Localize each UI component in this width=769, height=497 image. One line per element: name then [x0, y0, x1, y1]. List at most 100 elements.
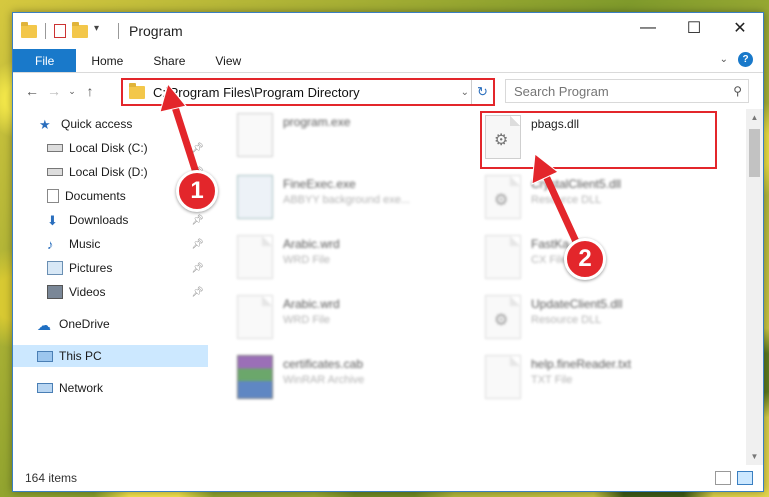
sidebar-item-label: Music [69, 237, 101, 251]
tab-home[interactable]: Home [76, 49, 138, 72]
file-item[interactable]: Arabic.wrd WRD File [237, 235, 340, 279]
minimize-button[interactable]: — [625, 13, 671, 43]
sidebar-item-label: Quick access [61, 117, 133, 131]
close-button[interactable]: ✕ [717, 13, 763, 43]
quick-access-toolbar: ▾ [21, 21, 121, 39]
sidebar-item-label: Pictures [69, 261, 113, 275]
file-type: Resource DLL [531, 194, 602, 206]
file-item[interactable]: ⚙ CrystalClient5.dll Resource DLL [485, 175, 621, 219]
up-arrow-icon[interactable]: ↑ [79, 83, 101, 99]
window-controls: — ☐ ✕ [625, 13, 763, 43]
chevron-down-icon[interactable]: ⌄ [720, 54, 728, 65]
scroll-down-icon[interactable]: ▼ [746, 448, 763, 465]
file-type: Resource DLL [531, 314, 602, 326]
properties-icon[interactable] [54, 24, 66, 38]
vertical-scrollbar[interactable]: ▲ ▼ [746, 109, 763, 465]
file-item[interactable]: FineExec.exe ABBYY background exe... [237, 175, 410, 219]
file-item[interactable]: help.fineReader.txt TXT File [485, 355, 631, 399]
sidebar-item-label: This PC [59, 349, 102, 363]
details-view-icon[interactable] [715, 471, 731, 485]
sidebar-item-music[interactable]: ♪ Music 📌︎ [13, 233, 208, 255]
sidebar-item-pictures[interactable]: Pictures 📌︎ [13, 257, 208, 279]
file-name: program.exe [283, 115, 351, 129]
sidebar-item-onedrive[interactable]: ☁ OneDrive [13, 313, 208, 335]
pin-icon: 📌︎ [191, 262, 204, 274]
back-arrow-icon[interactable]: ← [21, 83, 43, 99]
divider [118, 23, 119, 39]
maximize-button[interactable]: ☐ [671, 13, 717, 43]
file-name: CrystalClient5.dll [531, 177, 622, 191]
download-icon: ⬇ [47, 213, 58, 228]
tab-view[interactable]: View [200, 49, 256, 72]
search-box[interactable]: ⚲ [505, 79, 749, 103]
sidebar-item-label: Local Disk (D:) [69, 165, 148, 179]
large-icons-view-icon[interactable] [737, 471, 753, 485]
new-folder-icon[interactable] [72, 21, 88, 38]
pin-icon: 📌︎ [191, 238, 204, 250]
sidebar-item-videos[interactable]: Videos 📌︎ [13, 281, 208, 303]
sidebar-item-local-disk-c[interactable]: Local Disk (C:) 📌︎ [13, 137, 208, 159]
recent-locations-icon[interactable]: ⌄ [65, 86, 79, 97]
address-path[interactable]: C:\Program Files\Program Directory [153, 85, 360, 100]
folder-icon [129, 82, 145, 99]
window-title: Program [129, 23, 183, 39]
sidebar-item-label: Downloads [69, 213, 129, 227]
file-item[interactable]: ⚙ UpdateClient5.dll Resource DLL [485, 295, 622, 339]
file-icon [237, 235, 273, 279]
file-name: UpdateClient5.dll [531, 297, 623, 311]
tab-file[interactable]: File [13, 49, 77, 72]
star-icon: ★ [39, 117, 51, 132]
scroll-up-icon[interactable]: ▲ [746, 109, 763, 126]
highlight-box [480, 111, 717, 169]
address-row: ← → ⌄ ↑ C:\Program Files\Program Directo… [13, 73, 763, 109]
file-item[interactable]: program.exe [237, 113, 350, 157]
forward-arrow-icon[interactable]: → [43, 83, 65, 99]
navigation-pane: ★ Quick access Local Disk (C:) 📌︎ Local … [13, 109, 208, 465]
file-name: Arabic.wrd [283, 237, 340, 251]
pictures-icon [47, 261, 63, 275]
customize-toolbar-icon[interactable]: ▾ [94, 23, 110, 39]
view-toggle [715, 471, 753, 485]
network-icon [37, 383, 53, 393]
sidebar-item-label: Local Disk (C:) [69, 141, 148, 155]
sidebar-item-this-pc[interactable]: This PC [13, 345, 208, 367]
file-explorer-window: ▾ Program — ☐ ✕ File Home Share View ⌄ ?… [12, 12, 764, 492]
ribbon-right: ⌄ ? [720, 52, 753, 67]
dll-gear-icon: ⚙ [485, 295, 521, 339]
cloud-icon: ☁ [37, 317, 51, 333]
pin-icon: 📌︎ [191, 286, 204, 298]
status-bar: 164 items [13, 465, 763, 491]
file-item[interactable]: Arabic.wrd WRD File [237, 295, 340, 339]
archive-icon [237, 355, 273, 399]
divider [45, 23, 46, 39]
file-type: WRD File [283, 254, 331, 266]
computer-icon [37, 350, 53, 362]
sidebar-item-label: OneDrive [59, 317, 110, 331]
scroll-thumb[interactable] [749, 129, 760, 177]
sidebar-item-network[interactable]: Network [13, 377, 208, 399]
gear-icon: ⚙ [494, 312, 509, 329]
sidebar-item-downloads[interactable]: ⬇ Downloads 📌︎ [13, 209, 208, 231]
refresh-icon[interactable]: ↻ [471, 80, 493, 104]
file-name: help.fineReader.txt [531, 357, 632, 371]
address-bar[interactable]: C:\Program Files\Program Directory ⌄ ↻ [121, 78, 495, 106]
file-name: FineExec.exe [283, 177, 356, 191]
title-bar: ▾ Program — ☐ ✕ [13, 13, 763, 49]
drive-icon [47, 168, 63, 176]
drive-icon [47, 144, 63, 152]
tab-share[interactable]: Share [138, 49, 200, 72]
search-icon[interactable]: ⚲ [733, 84, 742, 98]
search-input[interactable] [514, 83, 714, 99]
chevron-down-icon[interactable]: ⌄ [461, 87, 469, 98]
step-badge-2: 2 [564, 238, 606, 280]
ribbon-tabs: File Home Share View ⌄ ? [13, 49, 763, 73]
gear-icon: ⚙ [494, 192, 509, 209]
file-icon [237, 295, 273, 339]
exe-icon [237, 113, 273, 157]
file-item[interactable]: certificates.cab WinRAR Archive [237, 355, 364, 399]
folder-icon [21, 21, 37, 38]
file-icon [485, 355, 521, 399]
documents-icon [47, 189, 59, 203]
sidebar-item-quick-access[interactable]: ★ Quick access [13, 113, 208, 135]
help-icon[interactable]: ? [738, 52, 753, 67]
